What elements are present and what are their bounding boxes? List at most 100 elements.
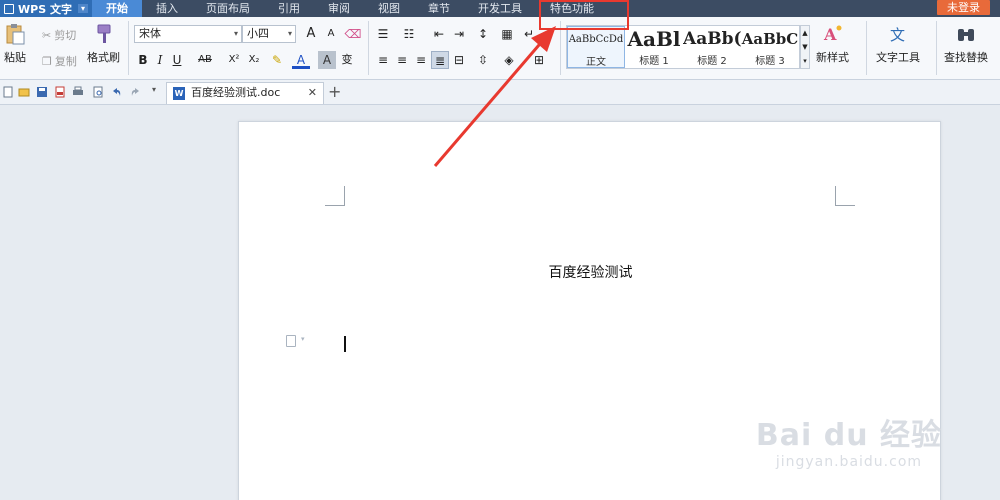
menu-tab-7[interactable]: 开发工具 bbox=[464, 0, 536, 17]
divider bbox=[866, 21, 867, 75]
strikethrough-button[interactable]: AB bbox=[194, 51, 216, 69]
svg-text:A: A bbox=[823, 25, 837, 44]
phonetic-icon: 变 bbox=[341, 53, 353, 66]
paragraph-handle-icon[interactable] bbox=[286, 335, 296, 347]
superscript-button[interactable]: X² bbox=[224, 51, 244, 69]
decrease-indent-button[interactable]: ⇤ bbox=[430, 25, 448, 43]
new-document-icon[interactable] bbox=[2, 86, 14, 98]
text-tools-button[interactable]: 文 文字工具 bbox=[876, 23, 920, 65]
watermark-logo-text: Bai du 经验 bbox=[755, 418, 942, 453]
chevron-down-icon: ▾ bbox=[287, 29, 292, 38]
format-painter-button[interactable]: 格式刷 bbox=[87, 23, 120, 65]
open-folder-icon[interactable] bbox=[18, 86, 30, 98]
shrink-font-button[interactable]: A bbox=[322, 25, 340, 43]
phonetic-guide-button[interactable]: 变 bbox=[338, 51, 356, 69]
italic-button[interactable]: I bbox=[151, 51, 169, 69]
paint-bucket-icon: ◈ bbox=[504, 53, 514, 67]
character-shading-button[interactable]: A bbox=[318, 51, 336, 69]
show-marks-button[interactable]: ↵ bbox=[520, 25, 538, 43]
subscript-button[interactable]: X₂ bbox=[244, 51, 264, 69]
redo-icon[interactable] bbox=[130, 86, 142, 98]
menu-tab-1[interactable]: 插入 bbox=[142, 0, 192, 17]
app-menu-button[interactable]: WPS 文字 ▾ bbox=[0, 0, 92, 17]
bullet-list-button[interactable]: ☰ bbox=[374, 25, 392, 43]
find-replace-button[interactable]: 查找替换 bbox=[944, 23, 988, 65]
font-color-button[interactable]: A bbox=[292, 51, 310, 69]
bold-button[interactable]: B bbox=[134, 51, 152, 69]
highlighter-icon: ✎ bbox=[271, 53, 283, 67]
style-option-3[interactable]: AaBbC 标题 3 bbox=[741, 26, 799, 68]
undo-icon[interactable] bbox=[110, 86, 122, 98]
menu-tab-2[interactable]: 页面布局 bbox=[192, 0, 264, 17]
cut-button[interactable]: ✂ 剪切 bbox=[42, 27, 76, 43]
distributed-button[interactable]: ⊟ bbox=[450, 51, 468, 69]
watermark-url: jingyan.baidu.com bbox=[775, 454, 923, 470]
close-icon[interactable]: ✕ bbox=[308, 83, 317, 103]
indent-icon: ⇥ bbox=[453, 27, 465, 41]
print-preview-icon[interactable] bbox=[92, 86, 104, 98]
style-preview: AaBbC bbox=[741, 30, 799, 48]
quick-access-menu-icon[interactable]: ▾ bbox=[152, 85, 156, 94]
menu-tab-6[interactable]: 章节 bbox=[414, 0, 464, 17]
chevron-down-icon[interactable]: ▾ bbox=[77, 4, 88, 13]
menu-tabs: 开始 插入 页面布局 引用 审阅 视图 章节 开发工具 特色功能 bbox=[91, 0, 608, 17]
menu-tab-4[interactable]: 审阅 bbox=[314, 0, 364, 17]
document-tab[interactable]: W 百度经验测试.doc ✕ bbox=[166, 82, 324, 104]
table-button[interactable]: ▦ bbox=[498, 25, 516, 43]
style-option-0[interactable]: AaBbCcDd 正文 bbox=[567, 26, 625, 68]
svg-text:文: 文 bbox=[890, 26, 905, 44]
menu-tab-3[interactable]: 引用 bbox=[264, 0, 314, 17]
underline-button[interactable]: U bbox=[168, 51, 186, 69]
document-body-text[interactable]: 百度经验测试 bbox=[239, 262, 942, 282]
align-left-button[interactable]: ≡ bbox=[374, 51, 392, 69]
ribbon-toolbar: 粘贴 ✂ 剪切 ❐ 复制 格式刷 宋体 ▾ 小四 ▾ A A ⌫ B I U A… bbox=[0, 17, 1000, 80]
wps-logo-icon bbox=[4, 3, 14, 14]
numbered-list-button[interactable]: ☷ bbox=[400, 25, 418, 43]
text-tools-icon: 文 bbox=[890, 26, 905, 44]
shrink-font-icon: A bbox=[327, 28, 335, 39]
align-center-button[interactable]: ≡ bbox=[393, 51, 411, 69]
grow-font-button[interactable]: A bbox=[302, 25, 320, 43]
styles-gallery: AaBbCcDd 正文 AaBl 标题 1 AaBb(标题 2 AaBbC 标题 3 bbox=[566, 25, 800, 69]
borders-button[interactable]: ⊞ bbox=[530, 51, 548, 69]
copy-button[interactable]: ❐ 复制 bbox=[42, 53, 77, 69]
line-spacing-icon: ⇳ bbox=[477, 53, 489, 67]
font-family-select[interactable]: 宋体 ▾ bbox=[134, 25, 242, 43]
document-tab-title: 百度经验测试.doc bbox=[191, 86, 281, 99]
justify-button[interactable]: ≣ bbox=[431, 51, 449, 69]
shading-button[interactable]: ◈ bbox=[500, 51, 518, 69]
scissors-icon: ✂ bbox=[42, 28, 52, 42]
menu-tab-5[interactable]: 视图 bbox=[364, 0, 414, 17]
divider bbox=[128, 21, 129, 75]
save-icon[interactable] bbox=[36, 86, 48, 98]
text-direction-button[interactable]: ↕ bbox=[474, 25, 492, 43]
align-center-icon: ≡ bbox=[396, 53, 408, 67]
style-name: 标题 1 bbox=[639, 56, 669, 67]
new-style-button[interactable]: A 新样式 bbox=[816, 23, 849, 65]
text-direction-icon: ↕ bbox=[477, 27, 489, 41]
distribute-icon: ⊟ bbox=[453, 53, 465, 67]
style-option-2[interactable]: AaBb(标题 2 bbox=[683, 26, 741, 68]
chevron-down-icon[interactable]: ▾ bbox=[301, 335, 305, 343]
login-button[interactable]: 未登录 bbox=[937, 0, 990, 15]
highlight-button[interactable]: ✎ bbox=[268, 51, 286, 69]
binoculars-icon bbox=[958, 29, 974, 41]
add-tab-icon[interactable]: + bbox=[328, 82, 341, 102]
style-name: 标题 2 bbox=[697, 56, 727, 67]
font-size-select[interactable]: 小四 ▾ bbox=[242, 25, 296, 43]
clear-format-button[interactable]: ⌫ bbox=[344, 25, 362, 43]
copy-icon: ❐ bbox=[42, 54, 52, 68]
cut-label: 剪切 bbox=[54, 29, 77, 42]
numbered-list-icon: ☷ bbox=[403, 27, 415, 41]
format-painter-label: 格式刷 bbox=[87, 51, 120, 64]
paste-button[interactable]: 粘贴 bbox=[4, 23, 26, 65]
menu-tab-0[interactable]: 开始 bbox=[91, 0, 142, 17]
styles-scroll[interactable]: ▲ ▼ ▾ bbox=[800, 25, 810, 69]
export-pdf-icon[interactable] bbox=[54, 86, 66, 98]
align-right-button[interactable]: ≡ bbox=[412, 51, 430, 69]
style-option-1[interactable]: AaBl 标题 1 bbox=[625, 26, 683, 68]
line-spacing-button[interactable]: ⇳ bbox=[474, 51, 492, 69]
paintbrush-icon bbox=[97, 24, 110, 43]
increase-indent-button[interactable]: ⇥ bbox=[450, 25, 468, 43]
print-icon[interactable] bbox=[72, 86, 84, 98]
